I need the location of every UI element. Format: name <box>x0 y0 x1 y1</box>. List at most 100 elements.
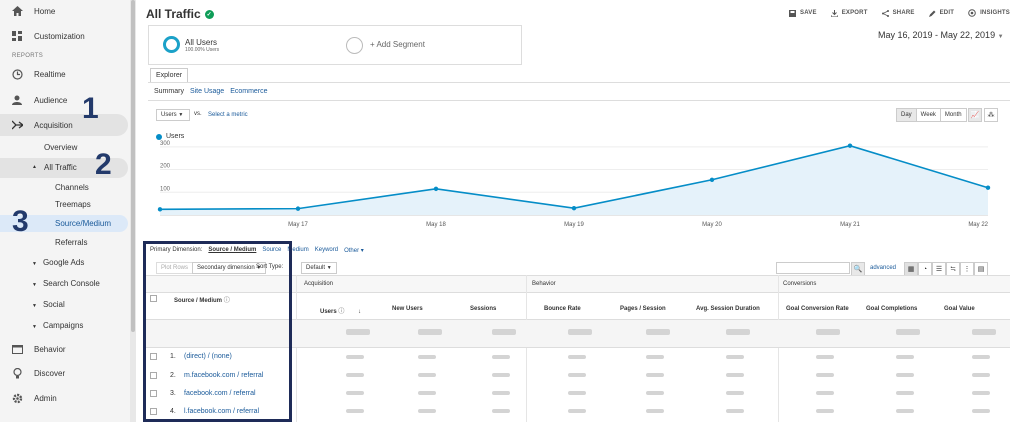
x-tick-label: May 21 <box>840 222 860 228</box>
table-search-input[interactable] <box>776 262 850 274</box>
x-tick-label: May 20 <box>702 222 722 228</box>
sidebar-item-label: Home <box>34 6 56 16</box>
data-point[interactable] <box>709 177 715 182</box>
dashboard-icon <box>11 30 23 42</box>
column-goal-value[interactable]: Goal Value <box>944 306 975 312</box>
column-new-users[interactable]: New Users <box>392 306 423 312</box>
y-tick-label: 200 <box>160 164 171 170</box>
sidebar-item-audience[interactable]: Audience <box>0 89 128 111</box>
sidebar-item-overview[interactable]: Overview <box>44 143 77 152</box>
data-point[interactable] <box>295 206 301 211</box>
dim-other-label: Other <box>344 248 360 254</box>
obscured-cell <box>568 391 586 395</box>
lightbulb-icon <box>11 367 23 379</box>
data-point[interactable] <box>847 143 853 148</box>
caret-down-icon: ▼ <box>32 282 37 288</box>
group-acquisition: Acquisition <box>304 281 334 287</box>
obscured-cell <box>816 409 834 413</box>
obscured-cell <box>726 391 744 395</box>
comparison-view-icon[interactable]: ≒ <box>946 262 960 276</box>
obscured-cell <box>346 373 364 377</box>
dim-keyword[interactable]: Keyword <box>315 247 338 254</box>
obscured-cell <box>346 409 364 413</box>
sort-type-value: Default <box>306 265 326 271</box>
sidebar-item-behavior[interactable]: Behavior <box>0 338 128 360</box>
data-point[interactable] <box>571 205 577 211</box>
obscured-cell <box>646 373 664 377</box>
obscured-cell <box>816 373 834 377</box>
pie-view-icon[interactable]: ◔ <box>918 262 932 276</box>
column-bounce-rate[interactable]: Bounce Rate <box>544 306 581 312</box>
clock-icon <box>11 68 23 80</box>
sidebar-item-label: Behavior <box>34 344 66 354</box>
view-toggle-group: ▦ ◔ ☰ ≒ ⋮ ▤ <box>904 262 988 276</box>
obscured-cell <box>568 355 586 359</box>
sidebar-item-label: Realtime <box>34 69 66 79</box>
search-icon[interactable]: 🔍 <box>851 262 865 276</box>
sidebar-item-channels[interactable]: Channels <box>55 183 89 192</box>
y-tick-label: 100 <box>160 186 171 192</box>
x-tick-label: May 18 <box>426 222 446 228</box>
sidebar-scrollbar-thumb[interactable] <box>131 0 135 332</box>
column-users[interactable]: Users ⓘ ↓ <box>320 306 361 315</box>
column-avg-session-duration[interactable]: Avg. Session Duration <box>696 306 760 312</box>
users-area-fill <box>160 145 988 215</box>
obscured-cell <box>896 373 914 377</box>
sidebar-item-realtime[interactable]: Realtime <box>0 63 128 85</box>
obscured-cell <box>896 391 914 395</box>
obscured-cell <box>418 329 442 335</box>
obscured-cell <box>726 373 744 377</box>
table-view-icon[interactable]: ▦ <box>904 262 918 276</box>
sidebar-item-social[interactable]: ▼ Social <box>32 300 65 309</box>
behavior-icon <box>11 343 23 355</box>
sidebar-item-label: Google Ads <box>42 258 85 267</box>
dim-other[interactable]: Other ▾ <box>344 247 364 254</box>
obscured-cell <box>646 409 664 413</box>
x-tick-label: May 17 <box>288 222 308 228</box>
obscured-cell <box>568 329 592 335</box>
column-users-label: Users <box>320 309 337 315</box>
caret-up-icon: ▲ <box>32 164 37 170</box>
sidebar-item-label: Source/Medium <box>55 219 112 228</box>
y-tick-label: 300 <box>160 141 171 147</box>
column-goal-completions[interactable]: Goal Completions <box>866 306 917 312</box>
sort-type-select[interactable]: Default ▼ <box>301 262 337 274</box>
sidebar-item-google-ads[interactable]: ▼ Google Ads <box>32 258 84 267</box>
sidebar-item-label: Search Console <box>42 279 100 288</box>
obscured-cell <box>646 355 664 359</box>
column-pages-session[interactable]: Pages / Session <box>620 306 666 312</box>
pivot-view-icon[interactable]: ▤ <box>974 262 988 276</box>
data-point[interactable] <box>433 186 439 192</box>
column-divider <box>526 275 527 422</box>
obscured-cell <box>492 391 510 395</box>
caret-down-icon: ▼ <box>32 303 37 309</box>
column-goal-conversion-rate[interactable]: Goal Conversion Rate <box>786 306 849 312</box>
obscured-cell <box>972 373 990 377</box>
obscured-cell <box>418 355 436 359</box>
step-annotation-3: 3 <box>12 205 29 238</box>
term-cloud-view-icon[interactable]: ⋮ <box>960 262 974 276</box>
sidebar-item-treemaps[interactable]: Treemaps <box>55 200 91 209</box>
sidebar-item-customization[interactable]: Customization <box>0 25 128 47</box>
performance-view-icon[interactable]: ☰ <box>932 262 946 276</box>
sidebar-item-referrals[interactable]: Referrals <box>55 238 87 247</box>
x-tick-label: May 19 <box>564 222 584 228</box>
obscured-cell <box>726 329 750 335</box>
data-point[interactable] <box>985 185 991 190</box>
sidebar-item-discover[interactable]: Discover <box>0 362 128 384</box>
sidebar-item-home[interactable]: Home <box>0 0 128 22</box>
sidebar-item-campaigns[interactable]: ▼ Campaigns <box>32 321 83 330</box>
obscured-cell <box>646 391 664 395</box>
obscured-cell <box>896 329 920 335</box>
column-divider <box>778 275 779 422</box>
highlight-annotation-box <box>143 241 292 422</box>
sidebar-item-admin[interactable]: Admin <box>0 387 128 409</box>
home-icon <box>11 5 23 17</box>
sidebar-item-search-console[interactable]: ▼ Search Console <box>32 279 100 288</box>
data-point[interactable] <box>157 207 163 212</box>
column-sessions[interactable]: Sessions <box>470 306 496 312</box>
sidebar-item-acquisition[interactable]: Acquisition <box>0 114 128 136</box>
obscured-cell <box>568 409 586 413</box>
obscured-cell <box>646 329 670 335</box>
advanced-filter-link[interactable]: advanced <box>870 265 896 271</box>
